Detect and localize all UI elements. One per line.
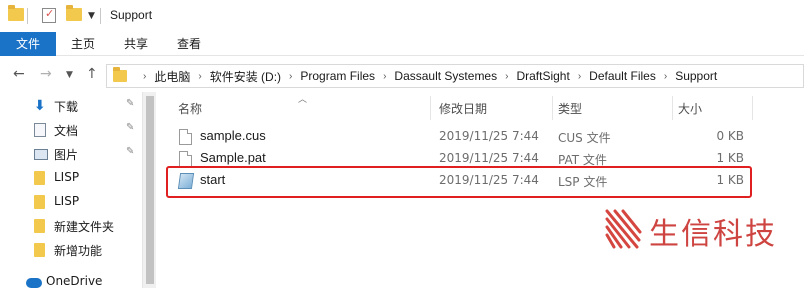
sidebar-item-new-folder[interactable]: 新建文件夹 bbox=[0, 214, 142, 238]
picture-icon bbox=[34, 147, 48, 161]
sidebar-item-documents[interactable]: 文档 ✎ bbox=[0, 118, 142, 142]
window-title: Support bbox=[110, 8, 153, 22]
breadcrumb-item[interactable]: DraftSight bbox=[516, 69, 569, 83]
sidebar-item-label: 新增功能 bbox=[54, 244, 103, 258]
sidebar-item-pictures[interactable]: 图片 ✎ bbox=[0, 142, 142, 166]
sidebar-item-downloads[interactable]: ⬇ 下载 ✎ bbox=[0, 94, 142, 118]
arrow-right-icon[interactable]: → bbox=[40, 66, 52, 82]
navigation-scrollbar[interactable] bbox=[142, 92, 156, 288]
pin-icon[interactable]: ✎ bbox=[126, 122, 134, 133]
address-bar[interactable]: › 此电脑 › 软件安装 (D:) › Program Files › Dass… bbox=[106, 64, 804, 88]
chevron-right-icon[interactable]: › bbox=[505, 71, 508, 82]
highlight-box bbox=[166, 166, 752, 198]
folder-icon bbox=[34, 243, 48, 257]
chevron-right-icon[interactable]: › bbox=[289, 71, 292, 82]
chevron-right-icon[interactable]: › bbox=[198, 71, 201, 82]
folder-icon bbox=[8, 5, 24, 21]
breadcrumb-item[interactable]: 此电脑 bbox=[154, 68, 190, 85]
file-size: 1 KB bbox=[716, 151, 744, 165]
chevron-down-icon[interactable]: ▼ bbox=[88, 11, 95, 21]
pin-icon[interactable]: ✎ bbox=[126, 146, 134, 157]
address-row: ← → ▼ ↑ › 此电脑 › 软件安装 (D:) › Program File… bbox=[0, 60, 804, 90]
file-date: 2019/11/25 7:44 bbox=[439, 129, 539, 143]
watermark: 生信科技 bbox=[603, 207, 804, 252]
properties-icon[interactable] bbox=[42, 7, 56, 23]
tab-share[interactable]: 共享 bbox=[111, 32, 161, 56]
file-icon bbox=[179, 151, 192, 167]
column-divider[interactable] bbox=[752, 96, 753, 120]
chevron-right-icon[interactable]: › bbox=[578, 71, 581, 82]
sidebar-item-lisp-2[interactable]: LISP bbox=[0, 190, 142, 214]
explorer-window: ▼ Support 文件 主页 共享 查看 ← → ▼ ↑ › 此电脑 › 软件… bbox=[0, 0, 804, 288]
download-icon: ⬇ bbox=[34, 98, 46, 114]
sidebar-item-label: 新建文件夹 bbox=[54, 220, 115, 234]
breadcrumb-item[interactable]: Program Files bbox=[300, 69, 375, 83]
column-divider[interactable] bbox=[430, 96, 431, 120]
arrow-up-icon[interactable]: ↑ bbox=[86, 66, 98, 82]
sidebar-item-label: LISP bbox=[54, 170, 80, 184]
file-name: sample.cus bbox=[200, 128, 266, 143]
file-row[interactable]: sample.cus 2019/11/25 7:44 CUS 文件 0 KB bbox=[166, 126, 754, 148]
column-header-size[interactable]: 大小 bbox=[678, 100, 702, 117]
breadcrumb-item[interactable]: Dassault Systemes bbox=[394, 69, 497, 83]
folder-icon bbox=[34, 195, 48, 209]
file-type: CUS 文件 bbox=[558, 131, 611, 145]
sidebar-item-label: 文档 bbox=[54, 124, 79, 138]
navigation-pane: ⬇ 下载 ✎ 文档 ✎ 图片 ✎ LISP LISP 新建文件夹 新增功能 On… bbox=[0, 92, 156, 288]
sidebar-item-label: 下载 bbox=[54, 100, 79, 114]
title-divider bbox=[27, 8, 28, 24]
watermark-text: 生信科技 bbox=[649, 217, 777, 252]
sidebar-item-lisp[interactable]: LISP bbox=[0, 166, 142, 190]
watermark-logo-icon bbox=[605, 209, 642, 249]
column-divider[interactable] bbox=[672, 96, 673, 120]
title-bar: ▼ Support bbox=[0, 0, 804, 32]
column-header-date[interactable]: 修改日期 bbox=[439, 100, 487, 117]
tab-home[interactable]: 主页 bbox=[58, 32, 108, 56]
tab-file[interactable]: 文件 bbox=[0, 32, 56, 56]
sort-up-icon: ︿ bbox=[298, 95, 308, 105]
breadcrumb-item[interactable]: 软件安装 (D:) bbox=[210, 68, 281, 85]
folder-icon bbox=[34, 171, 48, 185]
new-folder-icon[interactable] bbox=[66, 5, 82, 21]
file-size: 0 KB bbox=[716, 129, 744, 143]
chevron-down-icon[interactable]: ▼ bbox=[66, 70, 73, 80]
column-header-name[interactable]: 名称 bbox=[178, 100, 202, 117]
cloud-icon bbox=[26, 275, 42, 288]
file-date: 2019/11/25 7:44 bbox=[439, 151, 539, 165]
sidebar-item-new-features[interactable]: 新增功能 bbox=[0, 238, 142, 262]
chevron-right-icon[interactable]: › bbox=[664, 71, 667, 82]
scrollbar-thumb[interactable] bbox=[146, 96, 154, 284]
sidebar-item-label: LISP bbox=[54, 194, 80, 208]
folder-icon bbox=[34, 219, 48, 233]
chevron-right-icon[interactable]: › bbox=[383, 71, 386, 82]
sidebar-item-label: OneDrive bbox=[46, 274, 103, 288]
column-header-type[interactable]: 类型 bbox=[558, 100, 582, 117]
sidebar-item-label: 图片 bbox=[54, 148, 79, 162]
document-icon bbox=[34, 123, 48, 137]
breadcrumb-item[interactable]: Default Files bbox=[589, 69, 656, 83]
pin-icon[interactable]: ✎ bbox=[126, 98, 134, 109]
folder-icon bbox=[113, 67, 127, 82]
tab-view[interactable]: 查看 bbox=[164, 32, 214, 56]
column-divider[interactable] bbox=[552, 96, 553, 120]
ribbon-tabs: 文件 主页 共享 查看 bbox=[0, 32, 804, 56]
breadcrumb-item[interactable]: Support bbox=[675, 69, 717, 83]
sidebar-item-onedrive[interactable]: OneDrive bbox=[0, 270, 134, 288]
file-icon bbox=[179, 129, 192, 145]
file-name: Sample.pat bbox=[200, 150, 266, 165]
title-divider-2 bbox=[100, 8, 101, 24]
arrow-left-icon[interactable]: ← bbox=[13, 66, 25, 82]
chevron-right-icon[interactable]: › bbox=[143, 71, 146, 82]
breadcrumb: › 此电脑 › 软件安装 (D:) › Program Files › Dass… bbox=[135, 65, 717, 87]
